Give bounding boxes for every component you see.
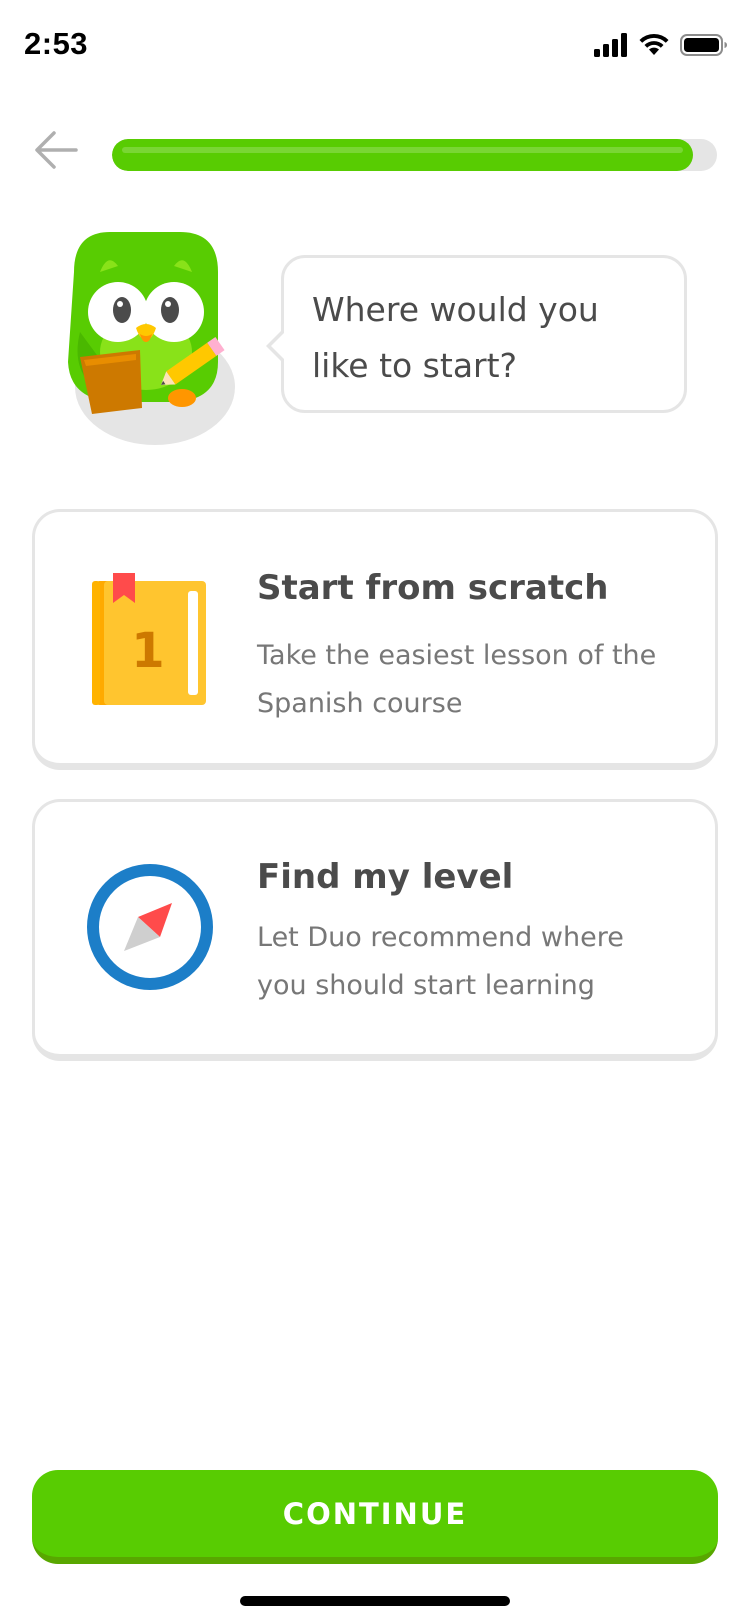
back-arrow-icon [32, 128, 80, 176]
option-title: Start from scratch [257, 568, 609, 608]
option-start-from-scratch[interactable]: 1 Start from scratch Take the easiest le… [32, 509, 718, 770]
status-time: 2:53 [24, 26, 89, 61]
progress-fill [112, 139, 693, 171]
prompt-text: Where would you like to start? [312, 290, 599, 385]
compass-icon [80, 857, 220, 997]
status-bar: 2:53 [0, 0, 750, 92]
option-find-my-level[interactable]: Find my level Let Duo recommend where yo… [32, 799, 718, 1061]
option-description: Let Duo recommend where you should start… [257, 922, 624, 1001]
home-indicator [240, 1596, 510, 1606]
signal-icon [594, 33, 628, 57]
wifi-icon [638, 33, 670, 57]
continue-button[interactable]: CONTINUE [32, 1470, 718, 1564]
option-title: Find my level [257, 857, 514, 897]
status-icons [594, 30, 728, 60]
back-button[interactable] [30, 128, 82, 176]
lesson-progress-bar [112, 139, 717, 171]
duo-owl-mascot [60, 232, 240, 447]
option-description: Take the easiest lesson of the Spanish c… [257, 640, 657, 719]
book-number: 1 [131, 623, 164, 679]
speech-bubble: Where would you like to start? [266, 255, 687, 413]
book-icon: 1 [80, 567, 220, 707]
battery-icon [680, 33, 728, 57]
